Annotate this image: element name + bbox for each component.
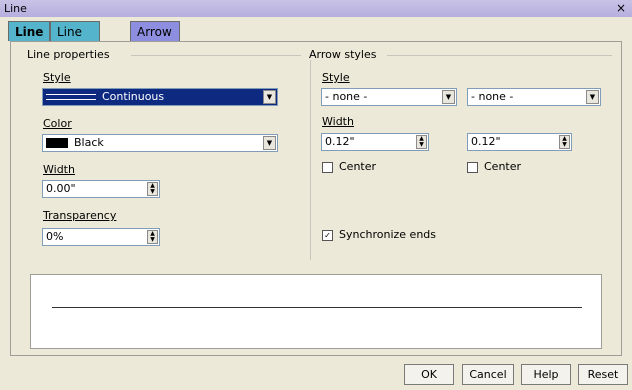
color-dropdown[interactable]: Black ▼ [42,134,278,152]
checkbox-box[interactable] [467,161,478,173]
title-bar[interactable]: Line × [0,0,632,17]
arrow-start-width-field[interactable]: 0.12" ▲ ▼ [321,133,429,151]
arrow-start-width-value: 0.12" [325,135,355,148]
spin-down-icon[interactable]: ▼ [150,236,155,243]
tab-line[interactable]: Line [8,21,51,41]
spin-down-icon[interactable]: ▼ [419,141,424,148]
arrow-start-center-checkbox[interactable]: Center [322,160,376,173]
transparency-value: 0% [46,230,64,243]
line-preview [30,274,602,349]
transparency-label: Transparency [43,209,117,222]
color-value: Black [74,136,104,149]
spin-arrows-icon[interactable]: ▲ ▼ [416,135,427,149]
arrow-styles-title: Arrow styles [309,48,377,61]
arrow-end-style-dropdown[interactable]: - none - ▼ [467,88,601,106]
ok-button[interactable]: OK [404,364,454,385]
chevron-down-icon[interactable]: ▼ [263,136,276,150]
tab-arrow-styles[interactable]: Arrow Styles [130,21,181,59]
arrow-start-style-dropdown[interactable]: - none - ▼ [321,88,457,106]
spin-down-icon[interactable]: ▼ [562,141,567,148]
arrow-end-width-field[interactable]: 0.12" ▲ ▼ [467,133,572,151]
tab-line-styles[interactable]: Line Styles [50,21,101,59]
arrow-style-label: Style [322,71,350,84]
line-dialog: Line × Line Line Styles Arrow Styles Lin… [0,0,632,390]
arrow-end-width-value: 0.12" [471,135,501,148]
chevron-down-icon[interactable]: ▼ [263,90,276,104]
synchronize-ends-checkbox[interactable]: ✓ Synchronize ends [322,228,436,241]
width-label: Width [43,163,75,176]
center-label: Center [339,160,377,173]
line-width-value: 0.00" [46,182,76,195]
arrow-end-style-value: - none - [471,90,514,103]
chevron-down-icon[interactable]: ▼ [586,90,599,104]
help-button[interactable]: Help [521,364,571,385]
continuous-line-icon [46,94,96,100]
color-swatch [46,138,68,148]
synchronize-ends-label: Synchronize ends [339,228,437,241]
line-width-field[interactable]: 0.00" ▲ ▼ [42,180,160,198]
arrow-start-style-value: - none - [325,90,368,103]
center-label: Center [484,160,522,173]
preview-line [52,307,582,308]
spin-arrows-icon[interactable]: ▲ ▼ [147,182,158,196]
checkbox-box[interactable] [322,161,333,173]
spin-arrows-icon[interactable]: ▲ ▼ [147,230,158,244]
group-separator [310,60,311,260]
line-style-value: Continuous [102,90,165,103]
transparency-field[interactable]: 0% ▲ ▼ [42,228,160,246]
group-divider [387,55,612,56]
window-title: Line [4,2,27,15]
tab-panel: Line properties Style Continuous ▼ Color… [10,41,622,356]
chevron-down-icon[interactable]: ▼ [442,90,455,104]
style-label: Style [43,71,71,84]
group-divider [131,55,301,56]
color-label: Color [43,117,72,130]
cancel-button[interactable]: Cancel [462,364,514,385]
reset-button[interactable]: Reset [578,364,628,385]
close-icon[interactable]: × [616,1,626,15]
spin-down-icon[interactable]: ▼ [150,188,155,195]
spin-arrows-icon[interactable]: ▲ ▼ [559,135,570,149]
line-properties-title: Line properties [27,48,110,61]
arrow-width-label: Width [322,115,354,128]
checkmark-icon[interactable]: ✓ [322,229,333,241]
line-style-dropdown[interactable]: Continuous ▼ [42,88,278,106]
arrow-end-center-checkbox[interactable]: Center [467,160,521,173]
